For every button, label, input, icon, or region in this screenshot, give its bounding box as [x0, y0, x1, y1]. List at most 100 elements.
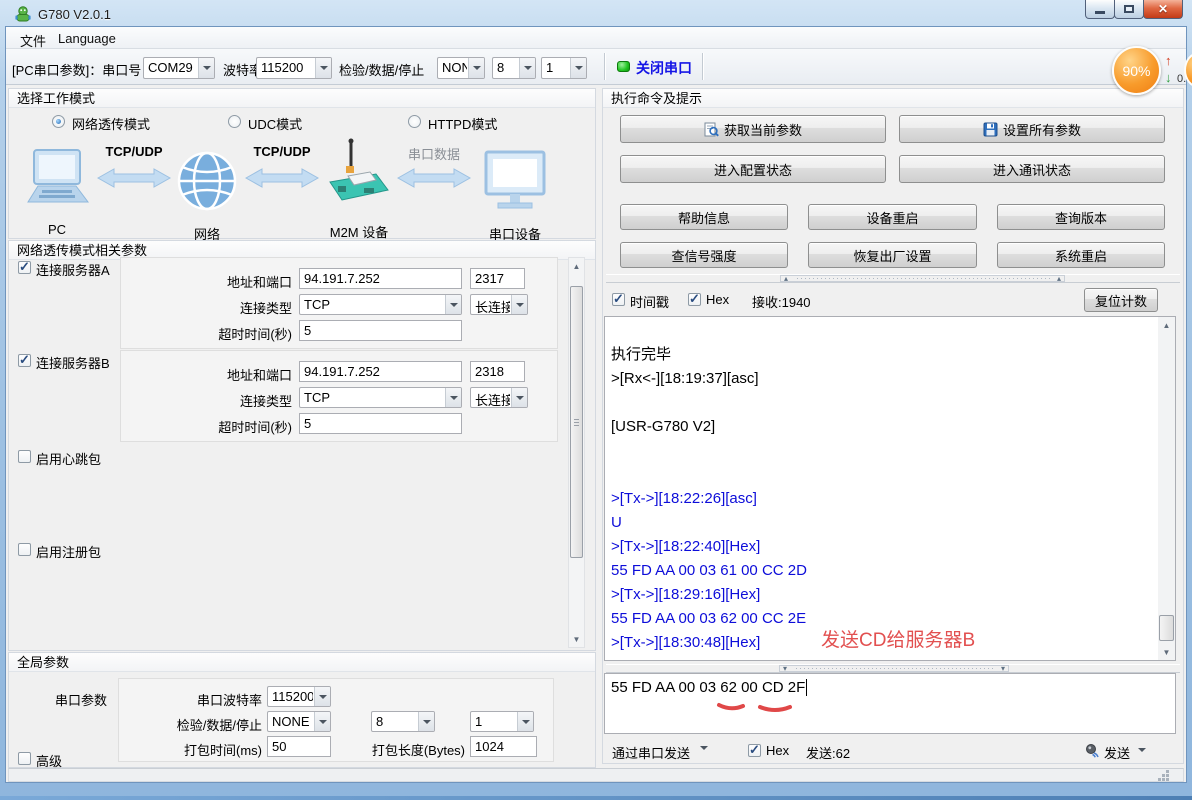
global-baud-label: 串口波特率 — [140, 690, 262, 709]
chevron-down-icon — [314, 712, 330, 731]
send-input[interactable]: 55 FD AA 00 03 62 00 CD 2F — [604, 673, 1176, 734]
com-port-select[interactable]: COM29 — [143, 57, 215, 79]
register-checkbox[interactable] — [18, 543, 31, 556]
send-splitter[interactable]: ▾ ▾ — [606, 664, 1180, 673]
server-a-timeout-input[interactable]: 5 — [299, 320, 462, 341]
radio-net-passthrough[interactable] — [52, 115, 65, 128]
server-a-timeout-label: 超时时间(秒) — [150, 324, 292, 343]
server-b-type-select[interactable]: TCP — [299, 387, 462, 408]
packlen-input[interactable]: 1024 — [470, 736, 537, 757]
scroll-down-icon[interactable]: ▼ — [1158, 644, 1175, 660]
double-arrow-icon — [396, 166, 472, 190]
help-label: 帮助信息 — [678, 208, 730, 227]
port-open-led-icon — [617, 61, 630, 72]
timestamp-checkbox[interactable] — [612, 293, 625, 306]
server-b-connmode-select[interactable]: 长连接 — [470, 387, 528, 408]
baud-select[interactable]: 115200 — [256, 57, 332, 79]
status-bar — [8, 768, 1184, 782]
sent-count-label: 发送:62 — [806, 743, 850, 762]
splitter-arrow-icon: ▾ — [783, 664, 787, 673]
reset-count-button[interactable]: 复位计数 — [1084, 288, 1158, 312]
global-parity-select[interactable]: NONE — [267, 711, 331, 732]
log-splitter-top[interactable]: ▴ ▴ — [606, 274, 1180, 283]
scrollbar-thumb[interactable] — [1159, 615, 1174, 641]
double-arrow-icon — [244, 166, 320, 190]
scroll-down-icon[interactable]: ▼ — [569, 631, 584, 647]
server-a-type-select[interactable]: TCP — [299, 294, 462, 315]
close-port-button[interactable]: 关闭串口 — [636, 58, 692, 78]
global-baud-select[interactable]: 115200 — [267, 686, 331, 707]
device-restart-label: 设备重启 — [866, 208, 918, 227]
heartbeat-checkbox[interactable] — [18, 450, 31, 463]
chevron-down-icon[interactable] — [1138, 748, 1146, 756]
stopbits-select[interactable]: 1 — [541, 57, 587, 79]
close-icon: ✕ — [1158, 2, 1168, 16]
menu-file[interactable]: 文件 — [16, 30, 50, 51]
set-params-button[interactable]: 设置所有参数 — [899, 115, 1165, 143]
help-button[interactable]: 帮助信息 — [620, 204, 788, 230]
query-version-button[interactable]: 查询版本 — [997, 204, 1165, 230]
server-b-checkbox[interactable] — [18, 354, 31, 367]
text-caret — [806, 679, 807, 696]
device-restart-button[interactable]: 设备重启 — [808, 204, 977, 230]
scroll-up-icon[interactable]: ▲ — [1158, 317, 1175, 333]
log-line: >[Tx->][18:22:26][asc] — [605, 487, 1175, 511]
server-b-addr-input[interactable]: 94.191.7.252 — [299, 361, 462, 382]
global-parity-label: 检验/数据/停止 — [140, 715, 262, 734]
toolbar-separator — [702, 53, 703, 80]
server-b-timeout-input[interactable]: 5 — [299, 413, 462, 434]
global-databits-select[interactable]: 8 — [371, 711, 435, 732]
get-params-button[interactable]: 获取当前参数 — [620, 115, 886, 143]
minimize-icon — [1095, 11, 1105, 14]
send-button[interactable]: 发送 — [1104, 743, 1130, 762]
resize-grip[interactable] — [1158, 778, 1161, 781]
server-b-port-input[interactable]: 2318 — [470, 361, 525, 382]
enter-config-button[interactable]: 进入配置状态 — [620, 155, 886, 183]
params-scrollbar[interactable]: ▲ ▼ — [568, 257, 585, 648]
radio-net-passthrough-label: 网络透传模式 — [72, 114, 150, 133]
speed-overlay-badge[interactable]: 90% — [1112, 46, 1161, 95]
global-stopbits-select[interactable]: 1 — [470, 711, 534, 732]
app-icon — [14, 5, 32, 23]
scroll-up-icon[interactable]: ▲ — [569, 258, 584, 274]
diagram-m2m-label: M2M 设备 — [314, 222, 404, 241]
server-a-port-input[interactable]: 2317 — [470, 268, 525, 289]
reset-count-label: 复位计数 — [1095, 291, 1147, 310]
radio-httpd-mode[interactable] — [408, 115, 421, 128]
send-hex-checkbox[interactable] — [748, 744, 761, 757]
splitter-arrow-icon: ▾ — [1001, 664, 1005, 673]
log-line: [USR-G780 V2] — [605, 415, 1175, 439]
radio-udc-mode[interactable] — [228, 115, 241, 128]
factory-reset-button[interactable]: 恢复出厂设置 — [808, 242, 977, 268]
system-reboot-button[interactable]: 系统重启 — [997, 242, 1165, 268]
chevron-down-icon — [418, 712, 434, 731]
advanced-checkbox[interactable] — [18, 752, 31, 765]
menu-language[interactable]: Language — [54, 30, 120, 47]
minimize-button[interactable] — [1085, 0, 1115, 19]
heartbeat-label: 启用心跳包 — [36, 449, 101, 468]
signal-strength-button[interactable]: 查信号强度 — [620, 242, 788, 268]
maximize-button[interactable] — [1114, 0, 1144, 19]
title-bar[interactable]: G780 V2.0.1 — [0, 0, 1192, 28]
factory-reset-label: 恢复出厂设置 — [853, 246, 931, 265]
scrollbar-thumb[interactable] — [570, 286, 583, 558]
server-a-addr-input[interactable]: 94.191.7.252 — [299, 268, 462, 289]
server-a-checkbox[interactable] — [18, 261, 31, 274]
databits-select[interactable]: 8 — [492, 57, 536, 79]
chevron-down-icon[interactable] — [700, 746, 708, 754]
speed-percent: 90% — [1122, 63, 1150, 79]
log-output[interactable]: 执行完毕 >[Rx<-][18:19:37][asc] [USR-G780 V2… — [604, 316, 1176, 661]
diagram-link2-label: TCP/UDP — [244, 144, 320, 159]
server-a-type-label: 连接类型 — [150, 298, 292, 317]
parity-select[interactable]: NONI — [437, 57, 485, 79]
enter-comm-button[interactable]: 进入通讯状态 — [899, 155, 1165, 183]
log-scrollbar[interactable]: ▲ ▼ — [1158, 317, 1175, 660]
log-hex-checkbox[interactable] — [688, 293, 701, 306]
packtime-input[interactable]: 50 — [267, 736, 331, 757]
close-button[interactable]: ✕ — [1143, 0, 1183, 19]
server-a-connmode-select[interactable]: 长连接 — [470, 294, 528, 315]
enter-config-label: 进入配置状态 — [714, 160, 792, 179]
send-via-dropdown[interactable]: 通过串口发送 — [612, 743, 690, 762]
toolbar-separator — [604, 53, 605, 80]
diagram-link3-label: 串口数据 — [396, 144, 472, 163]
